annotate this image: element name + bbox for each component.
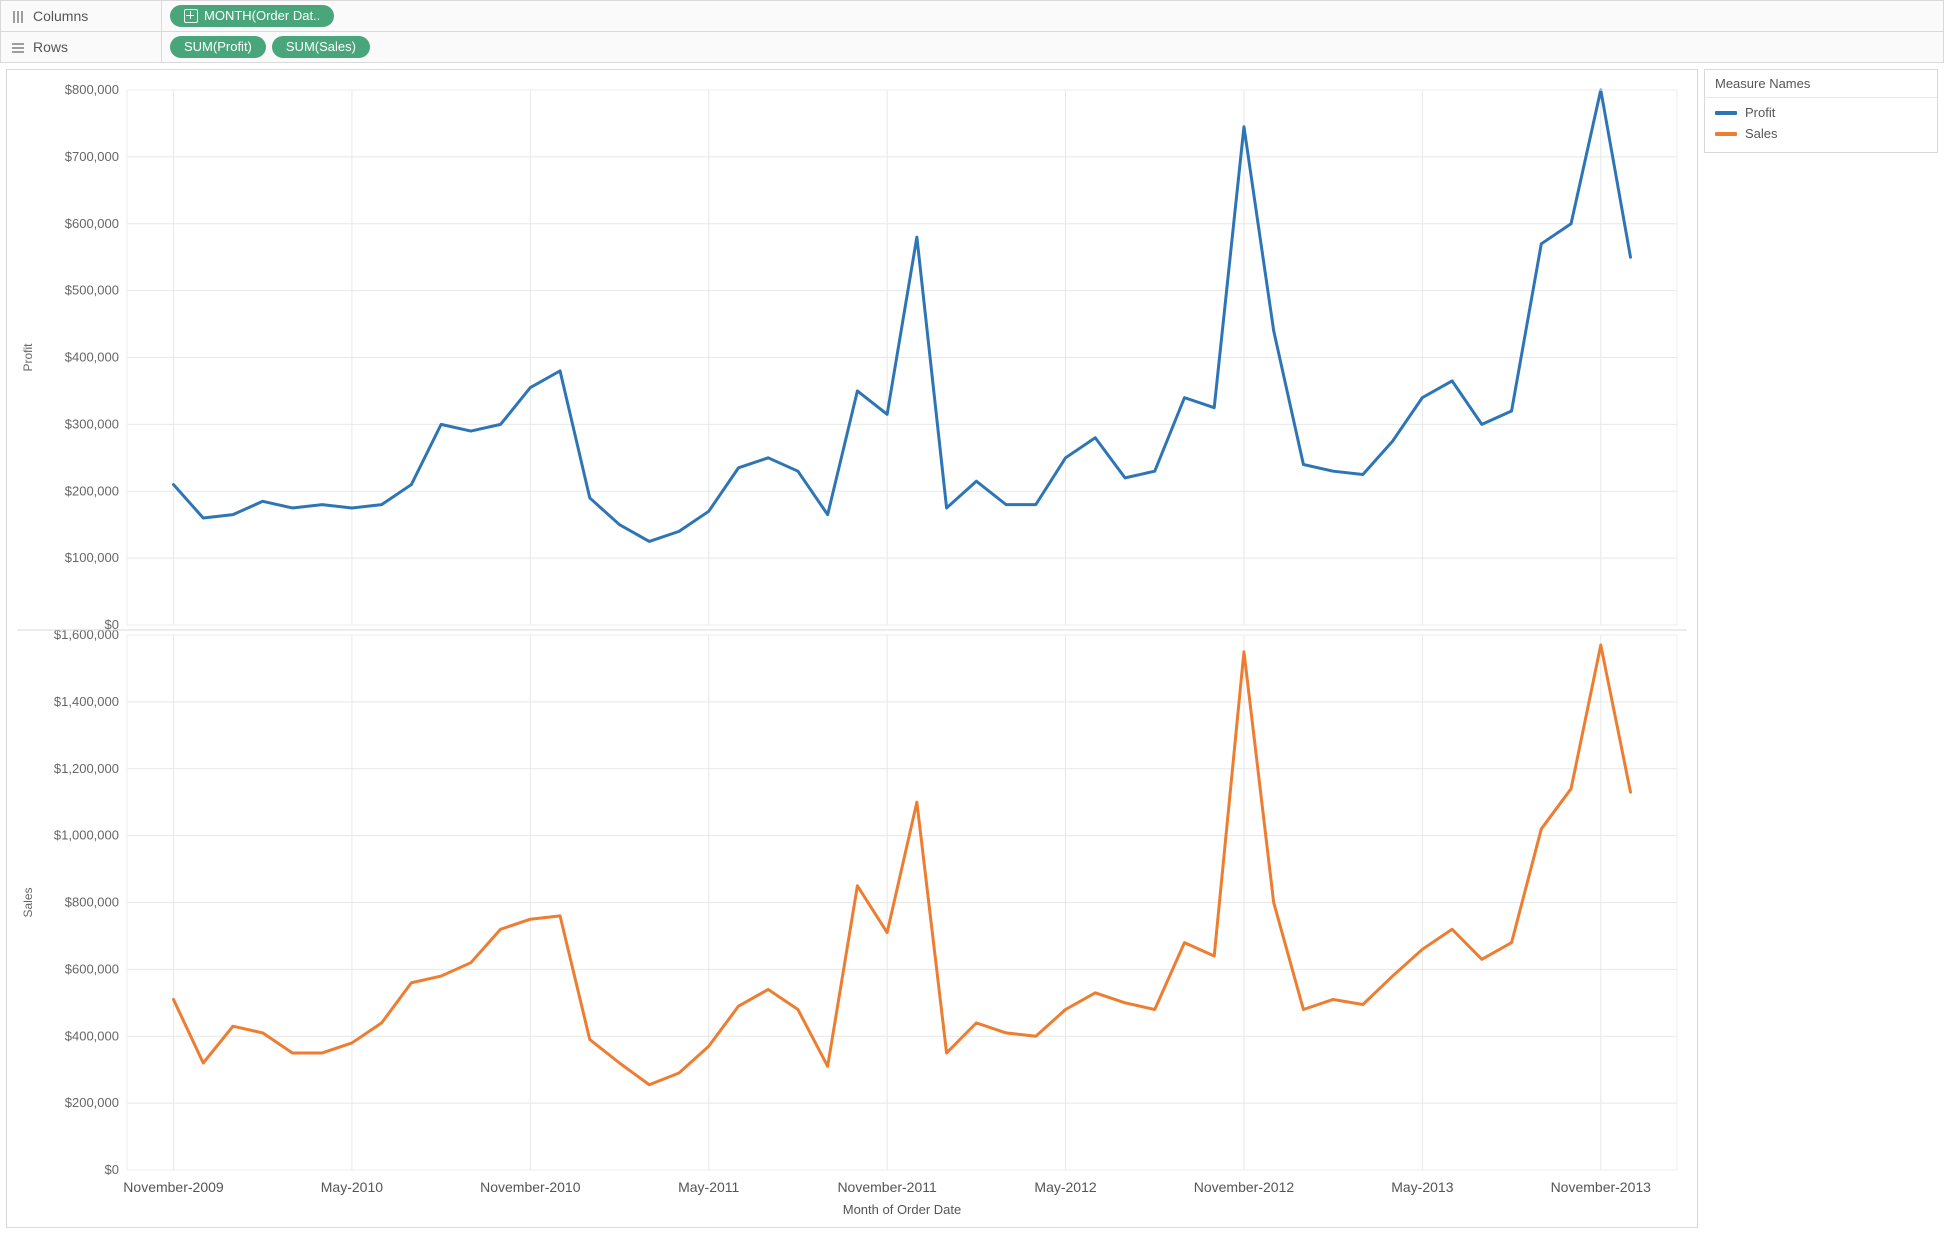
chart-panel-sales[interactable]: $0 $200,000 $400,000 $600,000 $800,000 $1,000… — [21, 627, 1677, 1177]
series-line-profit[interactable] — [174, 90, 1631, 541]
y-axis-title: Profit — [21, 343, 35, 372]
pill-label: MONTH(Order Dat.. — [204, 5, 320, 27]
side-panel: Measure Names Profit Sales — [1698, 63, 1944, 1233]
pill-label: SUM(Profit) — [184, 36, 252, 58]
y-tick-label: $200,000 — [65, 483, 119, 498]
legend-items: Profit Sales — [1705, 98, 1937, 152]
y-tick-label: $400,000 — [65, 350, 119, 365]
worksheet-body: $0 $100,000 $200,000 $300,000 $400,000 $500,0… — [0, 63, 1944, 1233]
rows-shelf-body[interactable]: SUM(Profit) SUM(Sales) — [162, 32, 1943, 62]
columns-label-text: Columns — [33, 8, 88, 24]
x-axis-title: Month of Order Date — [843, 1202, 962, 1217]
columns-shelf-label: Columns — [1, 1, 162, 31]
pill-label: SUM(Sales) — [286, 36, 356, 58]
field-pill[interactable]: SUM(Profit) — [170, 36, 266, 58]
y-tick-label: $0 — [105, 1162, 119, 1177]
y-tick-label: $100,000 — [65, 550, 119, 565]
y-tick-label: $800,000 — [65, 82, 119, 97]
tableau-worksheet: Columns MONTH(Order Dat.. Rows SUM(Profi… — [0, 0, 1944, 1233]
x-tick-label: November-2013 — [1551, 1179, 1652, 1195]
y-tick-label: $700,000 — [65, 149, 119, 164]
drill-plus-icon[interactable] — [184, 9, 198, 23]
y-tick-label: $300,000 — [65, 416, 119, 431]
legend-swatch — [1715, 111, 1737, 115]
legend-item[interactable]: Profit — [1713, 102, 1929, 123]
columns-shelf[interactable]: Columns MONTH(Order Dat.. — [0, 0, 1944, 32]
y-tick-label: $1,600,000 — [54, 627, 119, 642]
legend-card[interactable]: Measure Names Profit Sales — [1704, 69, 1938, 153]
rows-icon — [11, 39, 25, 55]
y-tick-label: $600,000 — [65, 216, 119, 231]
x-tick-label: May-2010 — [321, 1179, 383, 1195]
y-tick-label: $200,000 — [65, 1095, 119, 1110]
series-line-sales[interactable] — [174, 645, 1631, 1085]
rows-label-text: Rows — [33, 39, 68, 55]
x-tick-label: May-2011 — [678, 1179, 739, 1195]
line-charts[interactable]: $0 $100,000 $200,000 $300,000 $400,000 $500,0… — [7, 70, 1697, 1225]
columns-shelf-body[interactable]: MONTH(Order Dat.. — [162, 1, 1943, 31]
x-tick-label: November-2011 — [837, 1179, 937, 1195]
legend-label: Profit — [1745, 105, 1775, 120]
field-pill[interactable]: SUM(Sales) — [272, 36, 370, 58]
y-tick-label: $400,000 — [65, 1028, 119, 1043]
rows-shelf-label: Rows — [1, 32, 162, 62]
field-pill[interactable]: MONTH(Order Dat.. — [170, 5, 334, 27]
viz-area[interactable]: $0 $100,000 $200,000 $300,000 $400,000 $500,0… — [6, 69, 1698, 1228]
chart-panel-profit[interactable]: $0$100,000$200,000$300,000$400,000$500,0… — [21, 82, 1677, 632]
x-tick-label: May-2012 — [1034, 1179, 1096, 1195]
legend-swatch — [1715, 132, 1737, 136]
y-axis-title: Sales — [21, 887, 35, 917]
x-tick-label: November-2012 — [1194, 1179, 1295, 1195]
y-tick-label: $1,000,000 — [54, 828, 119, 843]
x-tick-label: November-2010 — [480, 1179, 581, 1195]
y-tick-label: $600,000 — [65, 961, 119, 976]
y-tick-label: $800,000 — [65, 895, 119, 910]
legend-title: Measure Names — [1705, 70, 1937, 98]
x-tick-label: November-2009 — [123, 1179, 224, 1195]
y-tick-label: $500,000 — [65, 283, 119, 298]
rows-shelf[interactable]: Rows SUM(Profit) SUM(Sales) — [0, 32, 1944, 63]
x-tick-label: May-2013 — [1391, 1179, 1453, 1195]
y-tick-label: $1,200,000 — [54, 761, 119, 776]
y-tick-label: $1,400,000 — [54, 694, 119, 709]
legend-label: Sales — [1745, 126, 1778, 141]
columns-icon — [11, 8, 25, 24]
legend-item[interactable]: Sales — [1713, 123, 1929, 144]
